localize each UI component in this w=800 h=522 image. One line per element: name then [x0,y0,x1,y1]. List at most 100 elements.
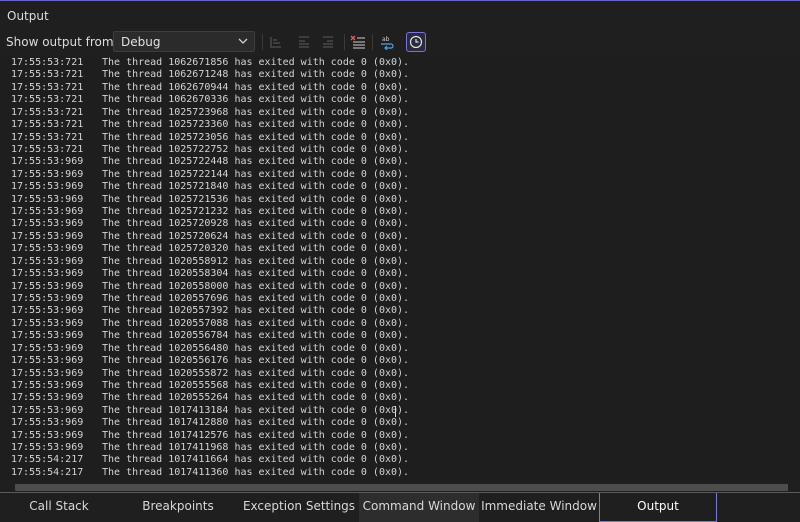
output-line: 17:55:53:969 The thread 1020557088 has ex… [11,318,409,330]
output-line-timestamp: 17:55:53:969 [11,218,84,230]
output-line-timestamp: 17:55:53:969 [11,342,84,354]
scrollbar-thumb[interactable] [15,484,788,491]
output-line-message: The thread 1025723360 has exited with co… [102,119,410,131]
output-line-timestamp: 17:55:53:969 [11,392,84,404]
output-line: 17:55:53:969 The thread 1025722448 has ex… [11,156,409,168]
tab-command-window[interactable]: Command Window [359,493,479,522]
output-toolbar: Show output from: Debug ab [0,29,800,55]
output-line: 17:55:53:969 The thread 1020555872 has ex… [11,367,409,380]
output-source-select[interactable]: Debug [113,31,255,52]
output-line-timestamp: 17:55:53:721 [11,119,84,131]
output-line-message: The thread 1062671856 has exited with co… [102,57,410,68]
toggle-word-wrap-button[interactable]: ab [377,32,397,52]
output-line-message: The thread 1025722752 has exited with co… [102,143,410,155]
output-line-timestamp: 17:55:53:721 [11,81,84,93]
tab-breakpoints[interactable]: Breakpoints [122,493,234,522]
output-line-message: The thread 1020556176 has exited with co… [102,355,410,367]
output-line-timestamp: 17:55:53:969 [11,379,84,391]
panel-title: Output [7,9,49,23]
output-line-timestamp: 17:55:53:721 [11,131,84,143]
output-line-timestamp: 17:55:53:969 [11,442,84,454]
output-line: 17:55:53:969 The thread 1025720320 has ex… [11,243,409,255]
output-line: 17:55:54:217 The thread 1017411360 has ex… [11,466,409,479]
output-line: 17:55:53:969 The thread 1017413184 has ex… [11,405,409,417]
output-line-timestamp: 17:55:53:721 [11,106,84,118]
output-line-message: The thread 1020555568 has exited with co… [102,379,410,391]
output-line: 17:55:53:721 The thread 1062670944 has ex… [11,81,409,94]
tool-window-tabs: Call Stack Breakpoints Exception Setting… [0,492,800,522]
toggle-word-wrap-icon: ab [381,36,394,50]
output-source-value: Debug [121,35,161,49]
output-line-message: The thread 1025723056 has exited with co… [102,131,410,143]
output-line-timestamp: 17:55:53:721 [11,57,84,68]
clear-all-button[interactable] [348,32,368,52]
tab-call-stack[interactable]: Call Stack [16,493,102,522]
output-line-message: The thread 1025721840 has exited with co… [102,181,410,193]
output-line: 17:55:53:969 The thread 1020558912 has ex… [11,256,409,268]
show-output-from-label: Show output from: [6,35,118,49]
output-line-message: The thread 1017411968 has exited with co… [102,442,410,454]
output-line: 17:55:53:721 The thread 1025723968 has ex… [11,106,409,119]
output-line-timestamp: 17:55:53:969 [11,429,84,441]
tab-immediate-window[interactable]: Immediate Window [480,493,598,522]
output-line-timestamp: 17:55:53:969 [11,367,84,379]
output-line-message: The thread 1020558304 has exited with co… [102,268,410,280]
output-line-timestamp: 17:55:53:969 [11,268,84,280]
output-line-message: The thread 1025722144 has exited with co… [102,168,410,180]
output-line-timestamp: 17:55:53:969 [11,206,84,218]
output-line: 17:55:53:969 The thread 1017412576 has ex… [11,429,409,442]
text-caret [395,405,396,417]
go-to-previous-message-icon [299,36,309,48]
go-to-next-message-button[interactable] [318,32,338,52]
output-line: 17:55:53:969 The thread 1025721536 has ex… [11,193,409,206]
output-line-timestamp: 17:55:53:969 [11,181,84,193]
output-line-message: The thread 1017411360 has exited with co… [102,466,410,478]
output-text-area[interactable]: 17:55:53:721 The thread 1062671856 has ex… [2,56,798,480]
output-line-timestamp: 17:55:53:721 [11,143,84,155]
output-line-message: The thread 1062670336 has exited with co… [102,94,410,106]
output-line: 17:55:53:969 The thread 1017411968 has ex… [11,442,409,454]
output-line: 17:55:53:969 The thread 1017412880 has ex… [11,417,409,429]
go-to-previous-message-button[interactable] [294,32,314,52]
output-line: 17:55:53:969 The thread 1020555264 has ex… [11,392,409,404]
output-line-message: The thread 1025720320 has exited with co… [102,243,410,255]
toolbar-separator [372,34,373,50]
output-line-message: The thread 1025721232 has exited with co… [102,206,410,218]
output-line-message: The thread 1025721536 has exited with co… [102,193,410,205]
output-line-timestamp: 17:55:54:217 [11,454,84,466]
output-line-timestamp: 17:55:53:969 [11,292,84,304]
toolbar-separator [262,34,263,50]
output-line-message: The thread 1020555264 has exited with co… [102,392,410,404]
tab-exception-settings[interactable]: Exception Settings [240,493,358,522]
output-line-message: The thread 1017413184 has exited with co… [102,404,410,416]
tab-output[interactable]: Output [599,493,717,522]
toggle-timestamps-button[interactable] [406,32,426,52]
svg-text:ab: ab [382,36,390,43]
output-line: 17:55:53:969 The thread 1025722144 has ex… [11,169,409,181]
output-line-message: The thread 1025720928 has exited with co… [102,218,410,230]
clear-all-icon [350,35,365,49]
output-line: 17:55:53:721 The thread 1025723360 has ex… [11,119,409,131]
output-line-message: The thread 1020557088 has exited with co… [102,317,410,329]
output-line-message: The thread 1020558912 has exited with co… [102,255,410,267]
output-line-timestamp: 17:55:53:969 [11,193,84,205]
output-line: 17:55:53:721 The thread 1025722752 has ex… [11,143,409,156]
output-line-message: The thread 1062670944 has exited with co… [102,81,410,93]
output-line-message: The thread 1025720624 has exited with co… [102,230,410,242]
output-line-timestamp: 17:55:53:969 [11,156,84,168]
find-message-in-code-icon [270,37,281,48]
output-line: 17:55:53:969 The thread 1020557392 has ex… [11,305,409,317]
output-panel: Output Show output from: Debug ab 17:55:… [0,0,800,493]
output-line: 17:55:53:721 The thread 1025723056 has ex… [11,131,409,144]
output-line: 17:55:53:969 The thread 1025720928 has ex… [11,218,409,230]
output-line: 17:55:53:969 The thread 1020558000 has ex… [11,280,409,293]
output-line-timestamp: 17:55:53:969 [11,280,84,292]
output-line-message: The thread 1020557392 has exited with co… [102,305,410,317]
find-message-in-code-button[interactable] [266,32,286,52]
output-line-timestamp: 17:55:53:969 [11,355,84,367]
toolbar-separator [344,34,345,50]
output-line-timestamp: 17:55:54:217 [11,466,84,478]
chevron-down-icon [238,38,248,44]
output-line-message: The thread 1020557696 has exited with co… [102,292,410,304]
output-line: 17:55:53:969 The thread 1020555568 has ex… [11,379,409,392]
